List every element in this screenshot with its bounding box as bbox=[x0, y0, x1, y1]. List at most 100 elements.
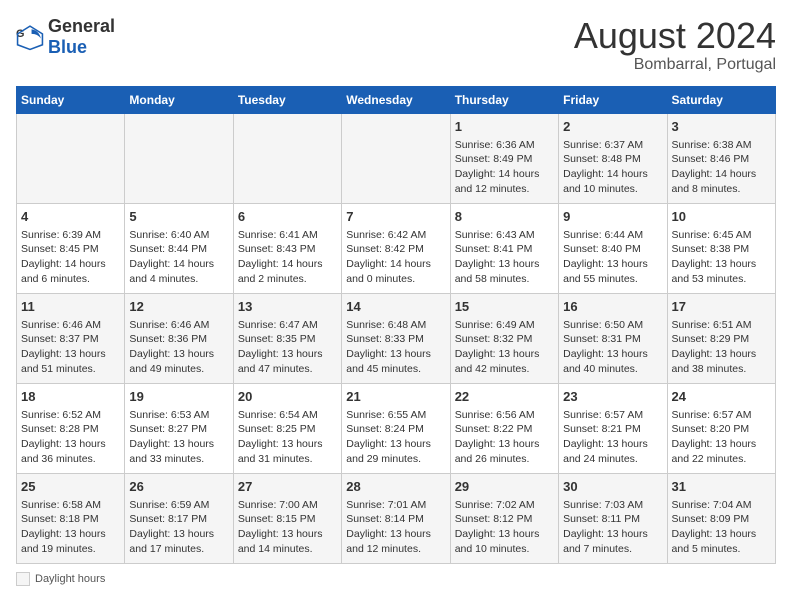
week-row-5: 25Sunrise: 6:58 AMSunset: 8:18 PMDayligh… bbox=[17, 473, 776, 563]
header-cell-friday: Friday bbox=[559, 86, 667, 113]
day-info: Sunrise: 6:38 AM bbox=[672, 138, 771, 153]
day-info: Sunset: 8:24 PM bbox=[346, 422, 445, 437]
calendar-cell: 14Sunrise: 6:48 AMSunset: 8:33 PMDayligh… bbox=[342, 293, 450, 383]
calendar-cell: 28Sunrise: 7:01 AMSunset: 8:14 PMDayligh… bbox=[342, 473, 450, 563]
day-info: Sunrise: 6:52 AM bbox=[21, 408, 120, 423]
header-cell-sunday: Sunday bbox=[17, 86, 125, 113]
day-info: Daylight: 14 hours and 6 minutes. bbox=[21, 257, 120, 286]
calendar-cell: 5Sunrise: 6:40 AMSunset: 8:44 PMDaylight… bbox=[125, 203, 233, 293]
day-number: 9 bbox=[563, 208, 662, 226]
day-number: 17 bbox=[672, 298, 771, 316]
day-info: Sunrise: 6:44 AM bbox=[563, 228, 662, 243]
calendar-cell: 7Sunrise: 6:42 AMSunset: 8:42 PMDaylight… bbox=[342, 203, 450, 293]
day-info: Daylight: 14 hours and 2 minutes. bbox=[238, 257, 337, 286]
day-info: Daylight: 14 hours and 12 minutes. bbox=[455, 167, 554, 196]
day-info: Sunset: 8:11 PM bbox=[563, 512, 662, 527]
day-info: Sunset: 8:31 PM bbox=[563, 332, 662, 347]
day-info: Daylight: 13 hours and 31 minutes. bbox=[238, 437, 337, 466]
day-info: Sunset: 8:15 PM bbox=[238, 512, 337, 527]
day-info: Sunrise: 6:45 AM bbox=[672, 228, 771, 243]
day-info: Sunset: 8:17 PM bbox=[129, 512, 228, 527]
day-info: Daylight: 14 hours and 4 minutes. bbox=[129, 257, 228, 286]
day-info: Sunrise: 6:46 AM bbox=[129, 318, 228, 333]
calendar-cell bbox=[233, 113, 341, 203]
day-info: Sunrise: 6:49 AM bbox=[455, 318, 554, 333]
week-row-2: 4Sunrise: 6:39 AMSunset: 8:45 PMDaylight… bbox=[17, 203, 776, 293]
day-info: Daylight: 13 hours and 58 minutes. bbox=[455, 257, 554, 286]
logo: G General Blue bbox=[16, 16, 115, 58]
day-info: Sunset: 8:27 PM bbox=[129, 422, 228, 437]
day-number: 5 bbox=[129, 208, 228, 226]
calendar-cell: 13Sunrise: 6:47 AMSunset: 8:35 PMDayligh… bbox=[233, 293, 341, 383]
day-number: 23 bbox=[563, 388, 662, 406]
day-number: 13 bbox=[238, 298, 337, 316]
day-info: Sunrise: 6:54 AM bbox=[238, 408, 337, 423]
day-info: Sunrise: 6:36 AM bbox=[455, 138, 554, 153]
day-number: 26 bbox=[129, 478, 228, 496]
calendar-cell: 4Sunrise: 6:39 AMSunset: 8:45 PMDaylight… bbox=[17, 203, 125, 293]
day-info: Sunrise: 6:39 AM bbox=[21, 228, 120, 243]
day-number: 27 bbox=[238, 478, 337, 496]
day-info: Sunrise: 7:01 AM bbox=[346, 498, 445, 513]
daylight-legend: Daylight hours bbox=[16, 572, 105, 586]
calendar-cell: 17Sunrise: 6:51 AMSunset: 8:29 PMDayligh… bbox=[667, 293, 775, 383]
day-info: Sunset: 8:37 PM bbox=[21, 332, 120, 347]
day-info: Daylight: 13 hours and 53 minutes. bbox=[672, 257, 771, 286]
day-number: 15 bbox=[455, 298, 554, 316]
day-info: Daylight: 13 hours and 10 minutes. bbox=[455, 527, 554, 556]
day-info: Sunset: 8:38 PM bbox=[672, 242, 771, 257]
day-number: 18 bbox=[21, 388, 120, 406]
day-info: Daylight: 13 hours and 22 minutes. bbox=[672, 437, 771, 466]
day-info: Daylight: 13 hours and 38 minutes. bbox=[672, 347, 771, 376]
calendar-cell: 18Sunrise: 6:52 AMSunset: 8:28 PMDayligh… bbox=[17, 383, 125, 473]
day-info: Sunset: 8:21 PM bbox=[563, 422, 662, 437]
day-info: Sunset: 8:48 PM bbox=[563, 152, 662, 167]
day-number: 4 bbox=[21, 208, 120, 226]
day-number: 14 bbox=[346, 298, 445, 316]
calendar-cell: 24Sunrise: 6:57 AMSunset: 8:20 PMDayligh… bbox=[667, 383, 775, 473]
day-number: 7 bbox=[346, 208, 445, 226]
calendar-cell: 9Sunrise: 6:44 AMSunset: 8:40 PMDaylight… bbox=[559, 203, 667, 293]
day-info: Sunset: 8:22 PM bbox=[455, 422, 554, 437]
day-info: Daylight: 13 hours and 29 minutes. bbox=[346, 437, 445, 466]
page-header: G General Blue August 2024 Bombarral, Po… bbox=[16, 16, 776, 74]
day-number: 25 bbox=[21, 478, 120, 496]
day-info: Sunset: 8:40 PM bbox=[563, 242, 662, 257]
day-info: Daylight: 13 hours and 24 minutes. bbox=[563, 437, 662, 466]
week-row-1: 1Sunrise: 6:36 AMSunset: 8:49 PMDaylight… bbox=[17, 113, 776, 203]
calendar-header: SundayMondayTuesdayWednesdayThursdayFrid… bbox=[17, 86, 776, 113]
day-info: Sunset: 8:41 PM bbox=[455, 242, 554, 257]
calendar-cell: 19Sunrise: 6:53 AMSunset: 8:27 PMDayligh… bbox=[125, 383, 233, 473]
day-info: Sunrise: 6:50 AM bbox=[563, 318, 662, 333]
day-info: Sunrise: 7:04 AM bbox=[672, 498, 771, 513]
day-number: 3 bbox=[672, 118, 771, 136]
day-info: Sunrise: 6:48 AM bbox=[346, 318, 445, 333]
day-info: Sunrise: 6:55 AM bbox=[346, 408, 445, 423]
day-info: Daylight: 13 hours and 45 minutes. bbox=[346, 347, 445, 376]
day-info: Daylight: 13 hours and 42 minutes. bbox=[455, 347, 554, 376]
week-row-4: 18Sunrise: 6:52 AMSunset: 8:28 PMDayligh… bbox=[17, 383, 776, 473]
day-number: 8 bbox=[455, 208, 554, 226]
calendar-cell: 2Sunrise: 6:37 AMSunset: 8:48 PMDaylight… bbox=[559, 113, 667, 203]
logo-icon: G bbox=[16, 23, 44, 51]
day-number: 12 bbox=[129, 298, 228, 316]
day-number: 19 bbox=[129, 388, 228, 406]
day-info: Sunrise: 6:46 AM bbox=[21, 318, 120, 333]
day-info: Sunrise: 6:47 AM bbox=[238, 318, 337, 333]
day-number: 24 bbox=[672, 388, 771, 406]
calendar-cell: 1Sunrise: 6:36 AMSunset: 8:49 PMDaylight… bbox=[450, 113, 558, 203]
day-info: Sunrise: 6:56 AM bbox=[455, 408, 554, 423]
day-info: Sunrise: 6:37 AM bbox=[563, 138, 662, 153]
header-cell-thursday: Thursday bbox=[450, 86, 558, 113]
day-info: Daylight: 13 hours and 17 minutes. bbox=[129, 527, 228, 556]
day-info: Sunset: 8:42 PM bbox=[346, 242, 445, 257]
calendar-cell: 15Sunrise: 6:49 AMSunset: 8:32 PMDayligh… bbox=[450, 293, 558, 383]
title-block: August 2024 Bombarral, Portugal bbox=[574, 16, 776, 74]
logo-general: General bbox=[48, 16, 115, 36]
day-number: 1 bbox=[455, 118, 554, 136]
day-info: Sunset: 8:43 PM bbox=[238, 242, 337, 257]
day-number: 11 bbox=[21, 298, 120, 316]
day-info: Daylight: 13 hours and 26 minutes. bbox=[455, 437, 554, 466]
day-info: Daylight: 13 hours and 14 minutes. bbox=[238, 527, 337, 556]
calendar-cell: 6Sunrise: 6:41 AMSunset: 8:43 PMDaylight… bbox=[233, 203, 341, 293]
